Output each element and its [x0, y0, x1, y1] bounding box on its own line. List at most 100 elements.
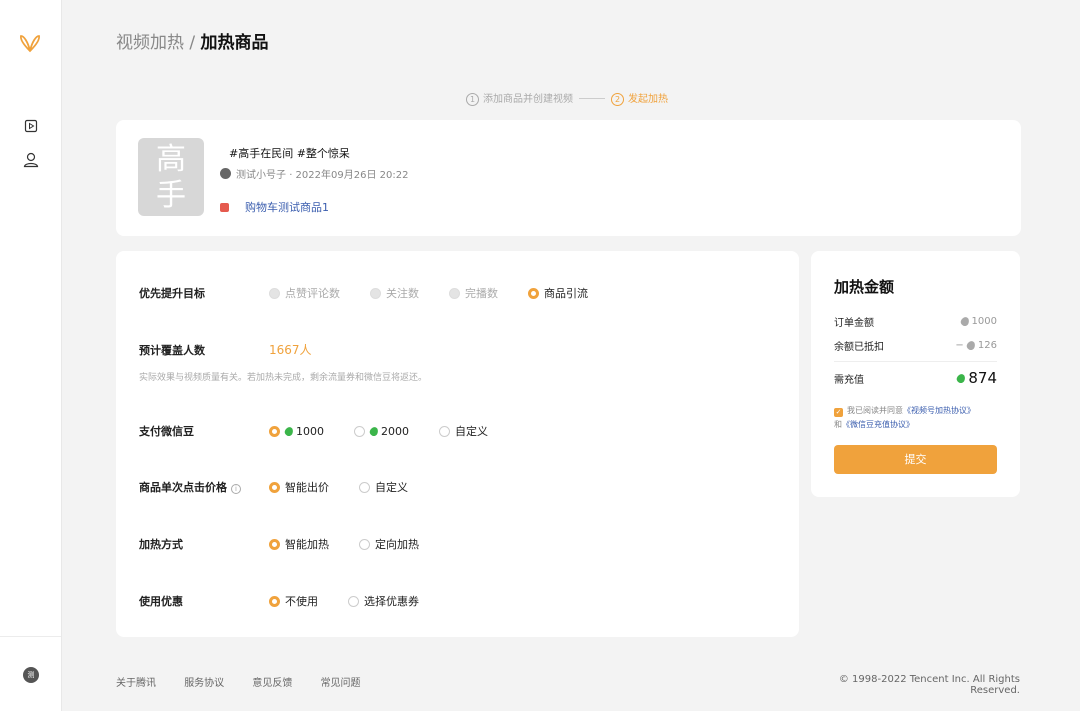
goal-option-label: 完播数 — [465, 287, 498, 300]
breadcrumb-parent[interactable]: 视频加热 — [116, 33, 184, 53]
order-amount-value: 1000 — [971, 316, 997, 327]
submit-button[interactable]: 提交 — [834, 445, 997, 474]
wechat-bean-icon — [959, 315, 971, 328]
goal-label: 优先提升目标 — [139, 287, 205, 300]
breadcrumb-separator: / — [184, 33, 201, 53]
shopping-bag-icon — [220, 202, 229, 212]
user-nav-icon[interactable] — [22, 151, 40, 169]
logo-icon[interactable] — [18, 34, 42, 57]
balance-row: 余额已抵扣 − 126 — [834, 338, 997, 353]
video-author: 测试小号子 — [236, 170, 286, 181]
radio-icon — [269, 287, 280, 299]
wechat-bean-icon — [955, 372, 967, 385]
wechat-bean-icon — [368, 425, 380, 437]
radio-icon[interactable] — [359, 538, 370, 550]
method-option-label: 定向加热 — [375, 538, 419, 551]
balance-prefix: − — [955, 340, 964, 351]
video-time: · 2022年09月26日 20:22 — [289, 170, 409, 181]
coverage-row: 预计覆盖人数 1667人 — [139, 341, 312, 358]
radio-icon[interactable] — [348, 595, 359, 607]
agreement: ✓ 我已阅读并同意《视频号加热协议》 和《微信豆充值协议》 — [834, 404, 1004, 432]
method-option-label: 智能加热 — [285, 538, 329, 551]
radio-selected-icon[interactable] — [269, 595, 280, 607]
payment-title: 加热金额 — [834, 278, 895, 296]
pay-option-label: 1000 — [296, 424, 324, 438]
balance-amount: − 126 — [955, 339, 997, 352]
video-product[interactable]: 购物车测试商品1 — [220, 199, 329, 215]
pay-option-label: 2000 — [381, 424, 409, 438]
author-avatar-icon — [220, 168, 231, 179]
avatar[interactable]: 测 — [23, 667, 39, 683]
recharge-agreement-link[interactable]: 《微信豆充值协议》 — [842, 420, 914, 429]
radio-selected-icon[interactable] — [269, 425, 280, 437]
price-option-custom[interactable]: 自定义 — [359, 479, 408, 495]
video-thumbnail[interactable]: 高 手 — [138, 138, 204, 216]
step-1: 1 添加商品并创建视频 — [466, 90, 573, 106]
pay-option-2000[interactable]: 2000 — [354, 425, 409, 438]
step-indicator: 1 添加商品并创建视频 2 发起加热 — [466, 90, 668, 106]
footer-links: 关于腾讯 服务协议 意见反馈 常见问题 — [116, 674, 386, 689]
payment-divider — [834, 361, 997, 362]
method-row: 加热方式 智能加热 定向加热 — [139, 536, 449, 552]
sidebar-divider — [0, 636, 61, 637]
thumb-text-2: 手 — [156, 178, 186, 213]
page-title: 加热商品 — [200, 33, 269, 53]
coupon-option-none[interactable]: 不使用 — [269, 593, 318, 609]
coupon-label: 使用优惠 — [139, 595, 183, 608]
price-label-text: 商品单次点击价格 — [139, 481, 227, 494]
payment-card: 加热金额 订单金额 1000 余额已抵扣 − 126 需充值 874 ✓ 我已阅读… — [811, 251, 1020, 497]
coverage-note: 实际效果与视频质量有关。若加热未完成，剩余流量券和微信豆将返还。 — [139, 373, 428, 383]
order-amount-row: 订单金额 1000 — [834, 314, 997, 329]
price-option-smart[interactable]: 智能出价 — [269, 479, 329, 495]
footer-link-terms[interactable]: 服务协议 — [184, 678, 224, 689]
need-value: 874 — [968, 369, 997, 387]
step-connector — [579, 97, 605, 99]
info-icon[interactable]: i — [231, 484, 241, 494]
thumb-text-1: 高 — [156, 142, 186, 177]
coupon-option-label: 选择优惠券 — [364, 595, 419, 608]
footer-link-feedback[interactable]: 意见反馈 — [252, 678, 292, 689]
radio-icon — [370, 287, 381, 299]
wechat-bean-icon — [283, 425, 295, 437]
method-option-smart[interactable]: 智能加热 — [269, 536, 329, 552]
agree-text: 我已阅读并同意 — [847, 406, 903, 415]
order-amount: 1000 — [959, 315, 997, 328]
heat-agreement-link[interactable]: 《视频号加热协议》 — [903, 406, 975, 415]
radio-icon — [449, 287, 460, 299]
video-nav-icon[interactable] — [24, 119, 38, 133]
goal-option-likes: 点赞评论数 — [269, 285, 340, 301]
product-name[interactable]: 购物车测试商品1 — [245, 199, 329, 215]
radio-selected-icon[interactable] — [269, 538, 280, 550]
price-label: 商品单次点击价格 i — [139, 479, 269, 495]
step-1-number: 1 — [466, 93, 479, 106]
radio-icon[interactable] — [359, 481, 370, 493]
radio-selected-icon[interactable] — [528, 287, 539, 299]
pay-row: 支付微信豆 1000 2000 自定义 — [139, 423, 518, 439]
coupon-row: 使用优惠 不使用 选择优惠券 — [139, 593, 449, 609]
method-label: 加热方式 — [139, 538, 183, 551]
step-1-label: 添加商品并创建视频 — [483, 94, 573, 105]
price-option-label: 自定义 — [375, 481, 408, 494]
footer-link-faq[interactable]: 常见问题 — [321, 678, 361, 689]
radio-icon[interactable] — [439, 425, 450, 437]
video-title: #高手在民间 #整个惊呆 — [229, 147, 350, 160]
step-2-number: 2 — [611, 93, 624, 106]
goal-option-product-traffic[interactable]: 商品引流 — [528, 285, 588, 301]
coupon-option-select[interactable]: 选择优惠券 — [348, 593, 419, 609]
settings-form: 优先提升目标 点赞评论数 关注数 完播数 商品引流 预计覆盖人数 1667人 实… — [116, 251, 799, 637]
pay-option-1000[interactable]: 1000 — [269, 425, 324, 438]
need-row: 需充值 874 — [834, 369, 997, 387]
footer-link-about[interactable]: 关于腾讯 — [116, 678, 156, 689]
step-2: 2 发起加热 — [611, 90, 668, 106]
radio-icon[interactable] — [354, 425, 365, 437]
copyright: © 1998-2022 Tencent Inc. All Rights Rese… — [838, 674, 1020, 696]
pay-label: 支付微信豆 — [139, 425, 194, 438]
radio-selected-icon[interactable] — [269, 481, 280, 493]
agree-checkbox[interactable]: ✓ — [834, 408, 843, 417]
pay-option-label: 自定义 — [455, 425, 488, 438]
method-option-targeted[interactable]: 定向加热 — [359, 536, 419, 552]
goal-option-label: 点赞评论数 — [285, 287, 340, 300]
price-row: 商品单次点击价格 i 智能出价 自定义 — [139, 479, 438, 495]
pay-option-custom[interactable]: 自定义 — [439, 423, 488, 439]
goal-option-follows: 关注数 — [370, 285, 419, 301]
